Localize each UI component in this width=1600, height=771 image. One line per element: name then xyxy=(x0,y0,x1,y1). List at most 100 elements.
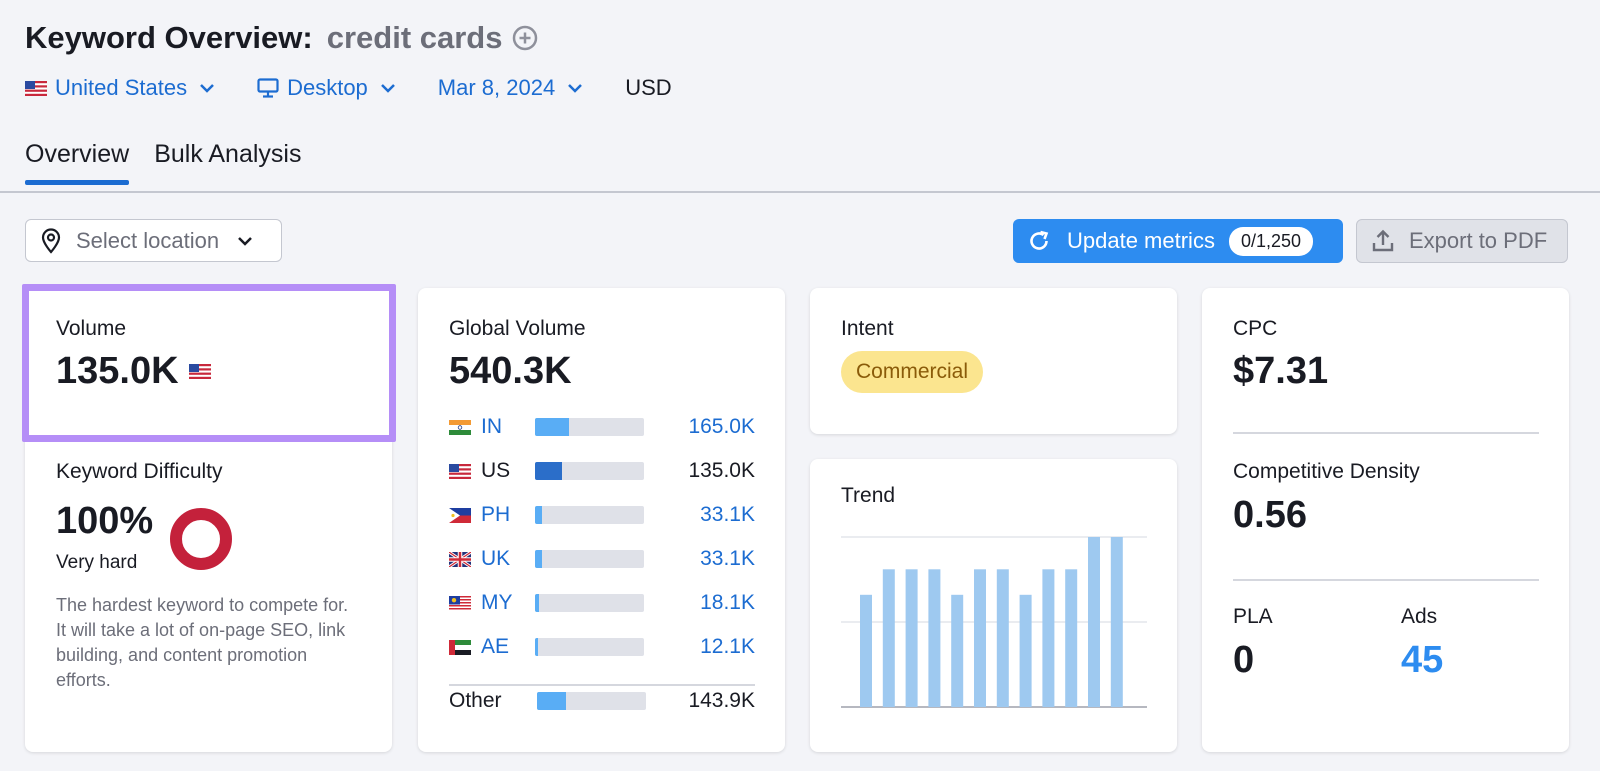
filter-bar: United States Desktop Mar 8, 2024 USD xyxy=(25,72,672,104)
location-pin-icon xyxy=(41,227,61,254)
update-counter-badge: 0/1,250 xyxy=(1228,226,1314,256)
trend-chart xyxy=(841,536,1147,708)
volume-value: 135.0K xyxy=(56,350,179,392)
trend-bar[interactable] xyxy=(905,569,918,707)
country-volume[interactable]: 33.1K xyxy=(700,547,755,571)
cpc-label: CPC xyxy=(1233,317,1278,340)
page-title: Keyword Overview: xyxy=(25,20,313,55)
export-pdf-button[interactable]: Export to PDF xyxy=(1356,219,1568,263)
trend-bar[interactable] xyxy=(882,569,895,707)
tab-bar: Overview Bulk Analysis xyxy=(25,140,326,185)
intent-label: Intent xyxy=(841,317,894,340)
volume-share-bar xyxy=(535,550,644,568)
trend-bar[interactable] xyxy=(1019,594,1032,707)
location-select[interactable]: Select location xyxy=(25,219,282,262)
trend-bar[interactable] xyxy=(974,569,986,707)
country-row-in[interactable]: IN 165.0K xyxy=(449,414,755,440)
density-divider xyxy=(1233,579,1539,581)
volume-share-fill xyxy=(535,594,540,612)
country-code[interactable]: IN xyxy=(481,415,535,439)
trend-bar[interactable] xyxy=(1110,537,1123,707)
kd-label: Keyword Difficulty xyxy=(56,460,223,483)
tab-bulk-analysis[interactable]: Bulk Analysis xyxy=(154,140,301,183)
country-code: US xyxy=(481,459,511,482)
export-pdf-label: Export to PDF xyxy=(1409,228,1548,253)
country-code[interactable]: MY xyxy=(481,591,535,615)
uae-flag-icon xyxy=(449,639,471,655)
location-placeholder: Select location xyxy=(76,227,220,253)
trend-bar[interactable] xyxy=(1088,537,1100,707)
country-volume[interactable]: 12.1K xyxy=(700,635,755,659)
kd-value: 100% xyxy=(56,500,154,542)
malaysia-flag-icon xyxy=(449,595,471,611)
country-row-my[interactable]: MY 18.1K xyxy=(449,590,755,616)
competitive-density-label: Competitive Density xyxy=(1233,460,1420,483)
keyword-title: credit cards xyxy=(326,20,503,55)
device-dropdown[interactable]: Desktop xyxy=(257,75,396,101)
us-flag-icon xyxy=(449,463,471,479)
update-metrics-button[interactable]: Update metrics 0/1,250 xyxy=(1013,219,1343,263)
volume-share-fill xyxy=(535,506,542,524)
cpc-value: $7.31 xyxy=(1233,350,1329,392)
volume-share-bar xyxy=(535,594,644,612)
other-label: Other xyxy=(449,689,502,712)
cpc-divider xyxy=(1233,432,1539,434)
india-flag-icon xyxy=(449,419,471,435)
country-row-us: US 135.0K xyxy=(449,458,755,484)
global-volume-label: Global Volume xyxy=(449,317,586,340)
date-dropdown[interactable]: Mar 8, 2024 xyxy=(438,75,583,101)
trend-bar[interactable] xyxy=(928,569,941,707)
pla-label: PLA xyxy=(1233,605,1273,628)
trend-bar[interactable] xyxy=(996,569,1009,707)
trend-bar[interactable] xyxy=(1042,569,1055,707)
country-row-ph[interactable]: PH 33.1K xyxy=(449,502,755,528)
volume-share-bar xyxy=(535,462,644,480)
global-volume-card: Global Volume 540.3K IN 165.0K US 135.0K… xyxy=(418,288,785,752)
tabs-divider xyxy=(0,191,1600,193)
volume-share-fill xyxy=(535,418,569,436)
volume-share-fill xyxy=(535,550,542,568)
country-label: United States xyxy=(55,75,188,100)
country-volume[interactable]: 18.1K xyxy=(700,591,755,615)
country-row-uk[interactable]: UK 33.1K xyxy=(449,546,755,572)
country-row-ae[interactable]: AE 12.1K xyxy=(449,634,755,660)
chevron-down-icon xyxy=(200,84,214,93)
trend-bar[interactable] xyxy=(1065,569,1078,707)
intent-badge[interactable]: Commercial xyxy=(841,351,984,393)
us-flag-icon xyxy=(25,80,47,96)
trend-bar[interactable] xyxy=(951,594,964,707)
philippines-flag-icon xyxy=(449,507,471,523)
kd-level: Very hard xyxy=(56,552,138,573)
intent-card: Intent Commercial xyxy=(810,288,1177,434)
country-volume[interactable]: 165.0K xyxy=(688,415,755,439)
trend-bar[interactable] xyxy=(860,594,872,707)
country-dropdown[interactable]: United States xyxy=(25,75,215,101)
trend-label: Trend xyxy=(841,484,896,507)
country-row-other: Other 143.9K xyxy=(449,688,755,714)
chevron-down-icon xyxy=(238,236,252,246)
ads-value[interactable]: 45 xyxy=(1401,639,1443,682)
update-metrics-label: Update metrics xyxy=(1067,228,1215,253)
volume-share-fill xyxy=(535,462,563,480)
cpc-card: CPC $7.31 Competitive Density 0.56 PLA 0… xyxy=(1202,288,1569,752)
other-volume: 143.9K xyxy=(688,689,755,712)
country-code[interactable]: UK xyxy=(481,547,535,571)
date-label: Mar 8, 2024 xyxy=(437,75,556,100)
currency-label: USD xyxy=(625,75,672,100)
chevron-down-icon xyxy=(568,84,583,93)
volume-share-fill xyxy=(535,638,539,656)
competitive-density-value: 0.56 xyxy=(1233,494,1307,536)
refresh-icon xyxy=(1030,230,1049,250)
country-code[interactable]: AE xyxy=(481,635,535,659)
export-icon xyxy=(1372,229,1394,252)
volume-label: Volume xyxy=(56,317,127,340)
volume-kd-card: Volume 135.0K Keyword Difficulty 100% Ve… xyxy=(25,288,392,752)
add-circle-icon[interactable] xyxy=(512,25,538,51)
tab-overview[interactable]: Overview xyxy=(25,140,130,185)
ads-label: Ads xyxy=(1401,605,1438,628)
country-code[interactable]: PH xyxy=(481,503,535,527)
country-volume[interactable]: 33.1K xyxy=(700,503,755,527)
volume-share-bar xyxy=(537,692,646,710)
volume-share-fill xyxy=(537,692,567,710)
volume-share-bar xyxy=(535,638,644,656)
